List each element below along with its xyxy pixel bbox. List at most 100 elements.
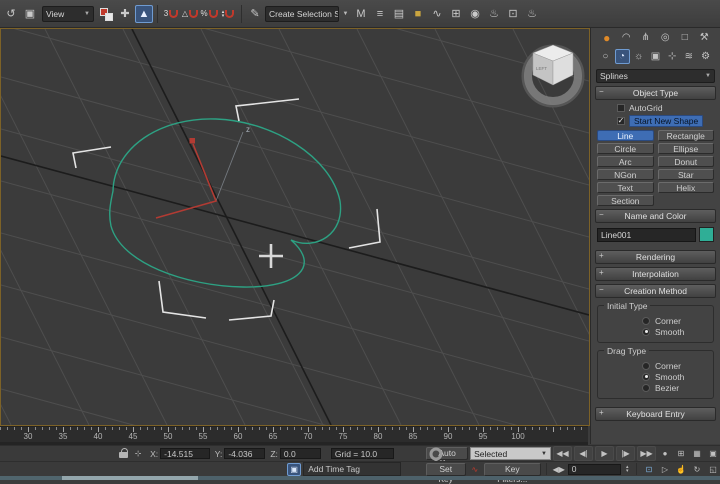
- bottom-edge-strip: [0, 476, 720, 480]
- helpers-category-icon[interactable]: ⊹: [665, 49, 680, 64]
- display-filter-icon[interactable]: ▣: [706, 447, 720, 460]
- hierarchy-tab-icon[interactable]: ⋔: [638, 30, 653, 45]
- keyboard-entry-rollout-header[interactable]: + Keyboard Entry: [595, 407, 716, 421]
- snap-toggle-3d-icon[interactable]: 3: [162, 5, 180, 23]
- create-tab-icon[interactable]: ●: [599, 30, 614, 45]
- select-and-move-icon[interactable]: ✚: [116, 5, 134, 23]
- arc-button[interactable]: Arc: [597, 156, 654, 167]
- pan-hand-icon[interactable]: ☝: [674, 463, 688, 476]
- render-setup-icon[interactable]: ♨: [485, 5, 503, 23]
- modify-tab-icon[interactable]: ◠: [619, 30, 634, 45]
- percent-snap-icon[interactable]: %: [200, 5, 218, 23]
- curve-editor-icon[interactable]: ∿: [428, 5, 446, 23]
- y-coordinate-field[interactable]: -4.036: [224, 448, 265, 459]
- object-type-rollout-header[interactable]: − Object Type: [595, 86, 716, 100]
- ellipse-button[interactable]: Ellipse: [658, 143, 715, 154]
- autogrid-checkbox[interactable]: [617, 104, 625, 112]
- selection-set-dropdown-icon[interactable]: ▼: [340, 5, 351, 23]
- time-tag-icon[interactable]: ▣: [287, 463, 301, 476]
- timeline-tick-label: 90: [444, 432, 453, 441]
- name-color-rollout-header[interactable]: − Name and Color: [595, 209, 716, 223]
- viewport-layout-icon[interactable]: ⊞: [674, 447, 688, 460]
- material-editor-icon[interactable]: ◉: [466, 5, 484, 23]
- select-and-link-icon[interactable]: ▣: [21, 5, 39, 23]
- new-key-curve-icon[interactable]: ∿: [468, 463, 482, 476]
- chevron-down-icon: ▼: [541, 451, 547, 457]
- lights-category-icon[interactable]: ☼: [631, 49, 646, 64]
- use-pivot-center-icon[interactable]: [97, 5, 115, 23]
- spinner-snap-icon[interactable]: ▴▾: [219, 5, 237, 23]
- absolute-mode-typein-icon[interactable]: ⊹: [131, 447, 145, 460]
- rollout-title: Name and Color: [625, 211, 687, 221]
- display-tab-icon[interactable]: □: [677, 30, 692, 45]
- object-color-swatch[interactable]: [699, 227, 714, 242]
- previous-frame-button[interactable]: ◀|: [574, 446, 593, 461]
- timeline-ruler[interactable]: 3035404550556065707580859095100: [0, 426, 588, 443]
- start-new-shape-checkbox[interactable]: ✓: [617, 117, 625, 125]
- star-button[interactable]: Star: [658, 169, 715, 180]
- initial-type-smooth-radio[interactable]: [642, 328, 650, 336]
- manage-layers-icon[interactable]: ▤: [390, 5, 408, 23]
- shape-category-dropdown[interactable]: Splines ▼: [596, 69, 715, 83]
- motion-tab-icon[interactable]: ◎: [658, 30, 673, 45]
- key-mode-toggle-icon[interactable]: ●: [658, 447, 672, 460]
- selection-lock-icon[interactable]: [119, 448, 129, 459]
- creation-method-rollout-header[interactable]: − Creation Method: [595, 284, 716, 298]
- next-frame-button[interactable]: |▶: [616, 446, 635, 461]
- shapes-category-icon[interactable]: ◔: [615, 49, 630, 64]
- maximize-viewport-icon[interactable]: ◱: [706, 463, 720, 476]
- line-button[interactable]: Line: [597, 130, 654, 141]
- ngon-button[interactable]: NGon: [597, 169, 654, 180]
- utilities-tab-icon[interactable]: ⚒: [697, 30, 712, 45]
- spacewarps-category-icon[interactable]: ≋: [681, 49, 696, 64]
- render-production-icon[interactable]: ♨: [523, 5, 541, 23]
- go-to-end-button[interactable]: ▶▶: [637, 446, 656, 461]
- rendered-frame-window-icon[interactable]: ⊡: [504, 5, 522, 23]
- named-selection-set-field[interactable]: Create Selection Se: [265, 6, 339, 22]
- section-button[interactable]: Section: [597, 195, 654, 206]
- initial-type-corner-radio[interactable]: [642, 317, 650, 325]
- cameras-category-icon[interactable]: ▣: [648, 49, 663, 64]
- set-key-button[interactable]: Set Key: [426, 463, 466, 476]
- toggle-container-icon[interactable]: ■: [409, 5, 427, 23]
- key-filters-button[interactable]: Key Filters...: [484, 463, 541, 476]
- schematic-view-icon[interactable]: ⊞: [447, 5, 465, 23]
- drag-type-bezier-radio[interactable]: [642, 384, 650, 392]
- systems-category-icon[interactable]: ⚙: [698, 49, 713, 64]
- play-button[interactable]: ▶: [595, 446, 614, 461]
- zoom-extents-icon[interactable]: ⊡: [642, 463, 656, 476]
- orbit-icon[interactable]: ↻: [690, 463, 704, 476]
- interpolation-rollout-header[interactable]: + Interpolation: [595, 267, 716, 281]
- circle-button[interactable]: Circle: [597, 143, 654, 154]
- object-name-field[interactable]: Line001: [597, 228, 696, 242]
- drag-type-smooth-radio[interactable]: [642, 373, 650, 381]
- x-coordinate-field[interactable]: -14.515: [160, 448, 210, 459]
- rendering-rollout-header[interactable]: + Rendering: [595, 250, 716, 264]
- geometry-category-icon[interactable]: ○: [598, 49, 613, 64]
- add-time-tag-field[interactable]: Add Time Tag: [303, 462, 400, 476]
- helix-button[interactable]: Helix: [658, 182, 715, 193]
- edit-named-selection-sets-icon[interactable]: ✎: [246, 5, 264, 23]
- select-object-icon[interactable]: ▲: [135, 5, 153, 23]
- align-icon[interactable]: ≡: [371, 5, 389, 23]
- current-frame-field[interactable]: 0: [568, 464, 622, 475]
- drag-type-corner-radio[interactable]: [642, 362, 650, 370]
- isolate-selection-icon[interactable]: ▦: [690, 447, 704, 460]
- viewcube[interactable]: LEFT: [523, 45, 583, 106]
- text-button[interactable]: Text: [597, 182, 654, 193]
- frame-spinner[interactable]: ▴▾: [623, 465, 631, 473]
- angle-snap-icon[interactable]: △: [181, 5, 199, 23]
- z-coordinate-field[interactable]: 0.0: [280, 448, 321, 459]
- start-new-shape-button[interactable]: Start New Shape: [629, 115, 703, 127]
- magnet-icon: [225, 10, 234, 18]
- undo-icon[interactable]: ↺: [2, 5, 20, 23]
- key-step-mode-icon[interactable]: ◀▶: [552, 463, 566, 476]
- donut-button[interactable]: Donut: [658, 156, 715, 167]
- perspective-viewport[interactable]: z LEFT: [0, 28, 590, 426]
- mirror-icon[interactable]: M: [352, 5, 370, 23]
- reference-coordinate-dropdown[interactable]: View ▼: [42, 6, 94, 22]
- zoom-region-icon[interactable]: ▷: [658, 463, 672, 476]
- go-to-start-button[interactable]: ◀◀: [553, 446, 572, 461]
- selection-filter-dropdown[interactable]: Selected ▼: [470, 447, 551, 460]
- rectangle-button[interactable]: Rectangle: [658, 130, 715, 141]
